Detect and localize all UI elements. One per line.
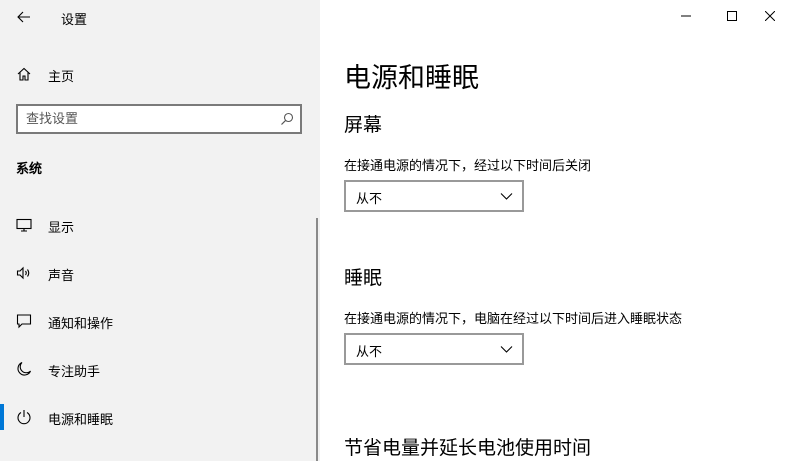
main-content: 电源和睡眠 屏幕 在接通电源的情况下，经过以下时间后关闭 从不 睡眠 在接通电源… [320, 0, 787, 461]
titlebar-left: 设置 [0, 0, 320, 34]
back-arrow-icon [17, 11, 30, 23]
screen-timeout-dropdown[interactable]: 从不 [344, 180, 524, 212]
sleep-timeout-dropdown[interactable]: 从不 [344, 333, 524, 365]
sidebar-item-home[interactable]: 主页 [0, 58, 320, 90]
maximize-icon [727, 11, 737, 21]
page-title: 电源和睡眠 [344, 63, 479, 94]
screen-description: 在接通电源的情况下，经过以下时间后关闭 [344, 159, 592, 174]
sidebar-item-focus-assist[interactable]: 专注助手 [0, 347, 316, 391]
sidebar-item-display[interactable]: 显示 [0, 203, 316, 247]
sleep-description: 在接通电源的情况下，电脑在经过以下时间后进入睡眠状态 [344, 312, 683, 327]
sidebar: 设置 主页 系统 显示 声音 通知和操作 [0, 0, 320, 461]
app-title: 设置 [61, 13, 88, 28]
speaker-icon [16, 266, 30, 280]
close-button[interactable] [752, 0, 787, 32]
screen-heading: 屏幕 [344, 114, 383, 136]
sleep-heading: 睡眠 [344, 267, 383, 289]
dropdown-value: 从不 [356, 345, 383, 360]
section-header-system: 系统 [16, 162, 43, 177]
back-button[interactable] [8, 4, 40, 30]
sidebar-item-notifications[interactable]: 通知和操作 [0, 299, 316, 343]
sidebar-item-label: 声音 [48, 269, 75, 284]
battery-heading: 节省电量并延长电池使用时间 [344, 437, 592, 459]
minimize-icon [681, 15, 691, 17]
monitor-icon [16, 218, 32, 232]
search-icon[interactable] [280, 112, 294, 126]
minimize-button[interactable] [663, 0, 709, 32]
moon-icon [17, 361, 32, 376]
sidebar-scrollbar[interactable] [316, 218, 318, 461]
dropdown-value: 从不 [356, 192, 383, 207]
maximize-button[interactable] [709, 0, 755, 32]
sidebar-item-label: 专注助手 [48, 365, 101, 380]
search-input[interactable] [26, 106, 276, 132]
selection-indicator [0, 404, 4, 430]
sidebar-item-label: 通知和操作 [48, 317, 114, 332]
close-icon [764, 11, 775, 21]
chevron-down-icon [500, 193, 513, 200]
home-label: 主页 [48, 70, 75, 85]
search-box[interactable] [16, 104, 302, 134]
sidebar-item-power-sleep[interactable]: 电源和睡眠 [0, 395, 316, 439]
chevron-down-icon [500, 346, 513, 353]
sidebar-item-sound[interactable]: 声音 [0, 251, 316, 295]
sidebar-item-label: 电源和睡眠 [48, 413, 114, 428]
home-icon [17, 67, 31, 81]
notification-icon [16, 314, 32, 329]
sidebar-item-label: 显示 [48, 221, 75, 236]
power-icon [17, 410, 31, 425]
